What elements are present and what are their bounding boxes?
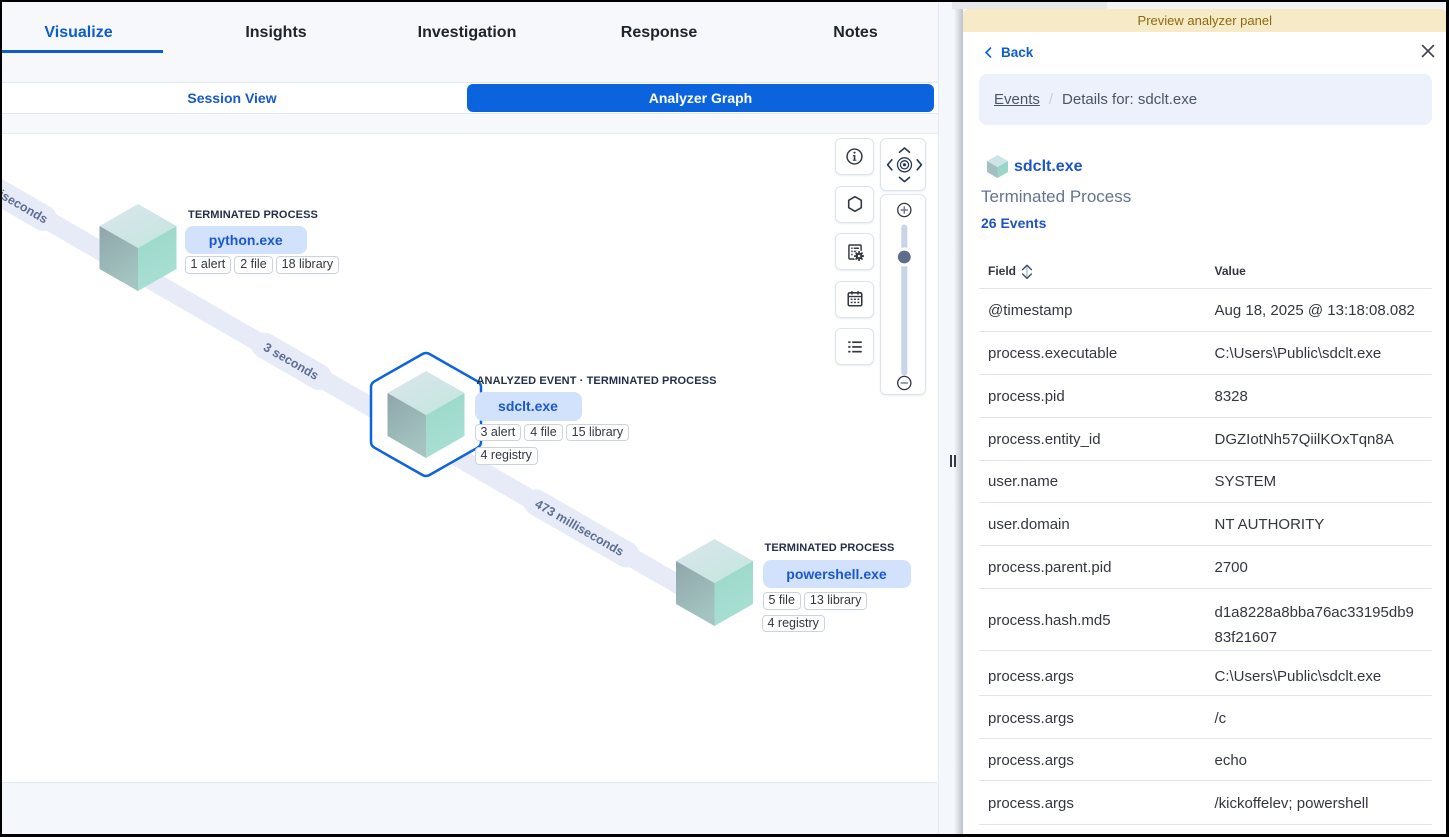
svg-text:473 milliseconds: 473 milliseconds: [533, 497, 627, 559]
